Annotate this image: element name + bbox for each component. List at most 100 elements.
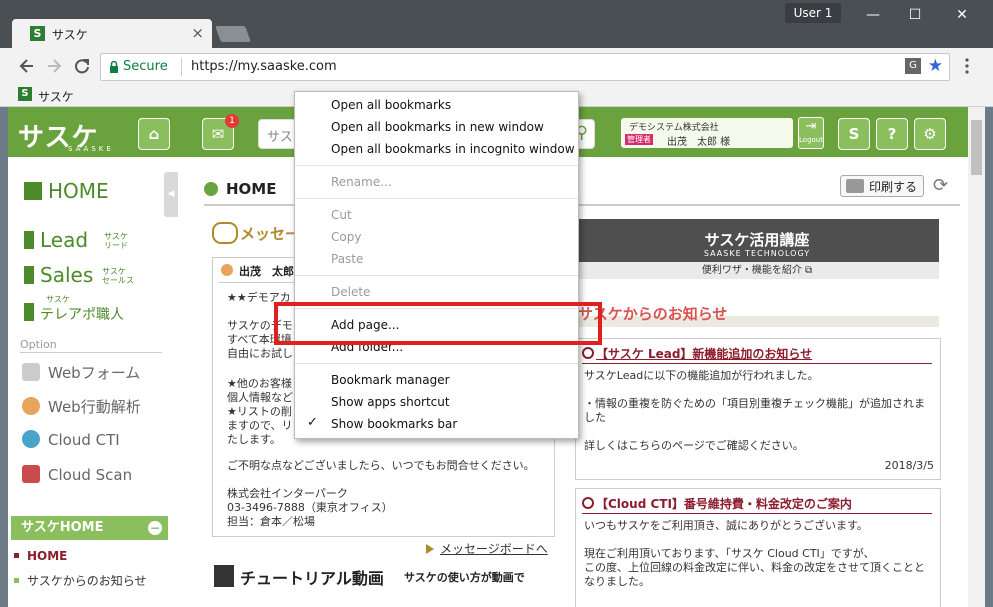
bullet-icon — [14, 578, 19, 583]
lock-icon — [110, 61, 118, 73]
scrollbar-thumb[interactable] — [971, 120, 982, 175]
menu-bookmark-manager[interactable]: Bookmark manager — [331, 373, 450, 387]
subnav-home-label: HOME — [27, 549, 68, 563]
menu-separator — [295, 275, 578, 276]
forward-icon[interactable] — [45, 57, 63, 75]
scan-icon — [22, 465, 40, 483]
news-bullet-icon — [582, 347, 594, 359]
subnav-news-label: サスケからのお知らせ — [27, 574, 147, 588]
menu-open-all-new-window[interactable]: Open all bookmarks in new window — [331, 120, 544, 134]
close-window-icon[interactable]: ✕ — [942, 4, 982, 26]
menu-separator — [295, 363, 578, 364]
bookmark-favicon-icon: S — [18, 87, 32, 101]
menu-cut: Cut — [331, 208, 352, 222]
saaske-home-section[interactable]: サスケHOME − — [11, 516, 168, 540]
news-text: いつもサスケをご利用頂き、誠にありがとうございます。 — [584, 519, 868, 532]
notification-badge: 1 — [225, 114, 239, 128]
nav-cloud-scan-label: Cloud Scan — [48, 466, 133, 484]
nav-sales-sub-2: セールス — [102, 276, 134, 285]
message-line: たします。 — [227, 433, 281, 446]
reload-icon[interactable] — [73, 57, 91, 75]
menu-delete: Delete — [331, 285, 371, 299]
nav-webform[interactable]: Webフォーム — [22, 362, 140, 383]
nav-cloud-cti[interactable]: Cloud CTI — [22, 430, 120, 449]
nav-sales-sub-1: サスケ — [102, 267, 126, 276]
collapse-section-icon[interactable]: − — [148, 521, 162, 535]
menu-rename: Rename... — [331, 175, 392, 189]
news-item: 【サスケ Lead】新機能追加のお知らせ サスケLeadに以下の機能追加が行われ… — [575, 338, 941, 480]
teleapo-icon — [24, 303, 34, 321]
tutorial-subtitle: サスケの使い方が動画で — [404, 571, 525, 584]
phone-icon — [22, 430, 40, 448]
profile-button[interactable]: User 1 — [785, 3, 841, 23]
address-bar[interactable]: Secure https://my.saaske.com G ★ — [100, 53, 950, 81]
home-icon[interactable]: ⌂ — [138, 118, 170, 150]
refresh-icon[interactable]: ⟳ — [933, 175, 948, 196]
option-label: Option — [20, 338, 57, 351]
user-avatar-icon — [221, 264, 233, 276]
banner-link-label: 便利ワザ・機能を紹介 — [701, 265, 802, 276]
user-name: 出茂 太郎 様 — [667, 137, 731, 148]
nav-webform-label: Webフォーム — [48, 364, 141, 382]
nav-teleapo[interactable]: テレアポ職人 — [24, 303, 124, 324]
print-button[interactable]: 印刷する — [840, 175, 924, 197]
message-line: 担当：倉本／松場 — [227, 515, 315, 528]
role-badge: 管理者 — [625, 134, 653, 145]
nav-web-analytics[interactable]: Web行動解析 — [22, 396, 141, 417]
news-title-link[interactable]: 【Cloud CTI】番号維持費・料金改定のご案内 — [596, 495, 852, 512]
news-bullet-icon — [582, 497, 594, 509]
menu-show-apps-shortcut[interactable]: Show apps shortcut — [331, 395, 450, 409]
nav-lead[interactable]: Lead — [24, 228, 88, 252]
new-tab-button[interactable] — [215, 26, 251, 42]
maximize-icon[interactable]: ☐ — [895, 4, 935, 26]
menu-show-bookmarks-bar[interactable]: Show bookmarks bar — [331, 417, 457, 431]
menu-open-all-incognito[interactable]: Open all bookmarks in incognito window — [331, 142, 575, 156]
collapse-nav-icon[interactable]: ◀ — [164, 172, 178, 217]
browser-tab[interactable]: S サスケ × — [12, 19, 212, 48]
banner-subtitle: SAASKE TECHNOLOGY — [703, 249, 811, 258]
banner-link[interactable]: 便利ワザ・機能を紹介 ⧉ — [575, 262, 939, 279]
menu-copy: Copy — [331, 230, 362, 244]
news-title-link[interactable]: 【サスケ Lead】新機能追加のお知らせ — [596, 345, 812, 362]
nav-sales[interactable]: Sales — [24, 263, 93, 287]
saaske-lecture-banner[interactable]: サスケ活用講座 SAASKE TECHNOLOGY 便利ワザ・機能を紹介 ⧉ — [575, 219, 939, 279]
message-board-title: メッセー — [240, 225, 301, 243]
help-icon[interactable]: ? — [876, 118, 908, 150]
lead-icon — [24, 231, 34, 249]
news-text: 詳しくはこちらのページでご確認ください。 — [584, 439, 804, 452]
subnav-news[interactable]: サスケからのお知らせ — [14, 572, 147, 589]
settings-icon[interactable]: ⚙ — [914, 118, 946, 150]
company-name: デモシステム株式会社 — [629, 123, 719, 133]
print-button-label: 印刷する — [868, 180, 917, 194]
nav-teleapo-label: テレアポ職人 — [40, 307, 124, 323]
footprint-icon — [22, 397, 40, 415]
bookmark-star-icon[interactable]: ★ — [928, 56, 943, 76]
address-divider — [181, 58, 182, 76]
check-icon: ✓ — [307, 415, 318, 430]
logout-button[interactable]: ⇥ Logout — [798, 117, 824, 149]
nav-cloud-scan[interactable]: Cloud Scan — [22, 465, 132, 484]
news-item: 【Cloud CTI】番号維持費・料金改定のご案内 いつもサスケをご利用頂き、誠… — [575, 488, 941, 607]
app-logo-sub: SAASKE — [68, 145, 114, 153]
page-scrollbar[interactable] — [968, 107, 985, 607]
chrome-menu-icon[interactable] — [964, 58, 970, 74]
message-line: 自由にお試し — [227, 347, 293, 360]
menu-open-all-bookmarks[interactable]: Open all bookmarks — [331, 98, 451, 112]
saaske-icon[interactable]: S — [838, 118, 870, 150]
sales-icon — [24, 266, 34, 284]
translate-icon[interactable]: G — [905, 58, 921, 74]
subnav-home[interactable]: HOME — [14, 549, 67, 563]
saaske-home-title: サスケHOME — [21, 520, 104, 535]
minimize-icon[interactable]: — — [853, 4, 893, 26]
message-board-link[interactable]: メッセージボードへ — [440, 540, 548, 557]
search-placeholder: サス — [267, 130, 293, 145]
highlight-annotation-box — [274, 302, 602, 345]
url-text[interactable]: https://my.saaske.com — [191, 59, 337, 74]
clapperboard-icon — [214, 565, 234, 587]
tab-title: サスケ — [52, 28, 88, 42]
tab-close-icon[interactable]: × — [191, 24, 204, 42]
back-icon[interactable] — [18, 57, 36, 75]
link-arrow-icon — [426, 544, 434, 554]
bookmark-saaske[interactable]: サスケ — [38, 88, 74, 105]
nav-home[interactable]: HOME — [24, 179, 109, 203]
